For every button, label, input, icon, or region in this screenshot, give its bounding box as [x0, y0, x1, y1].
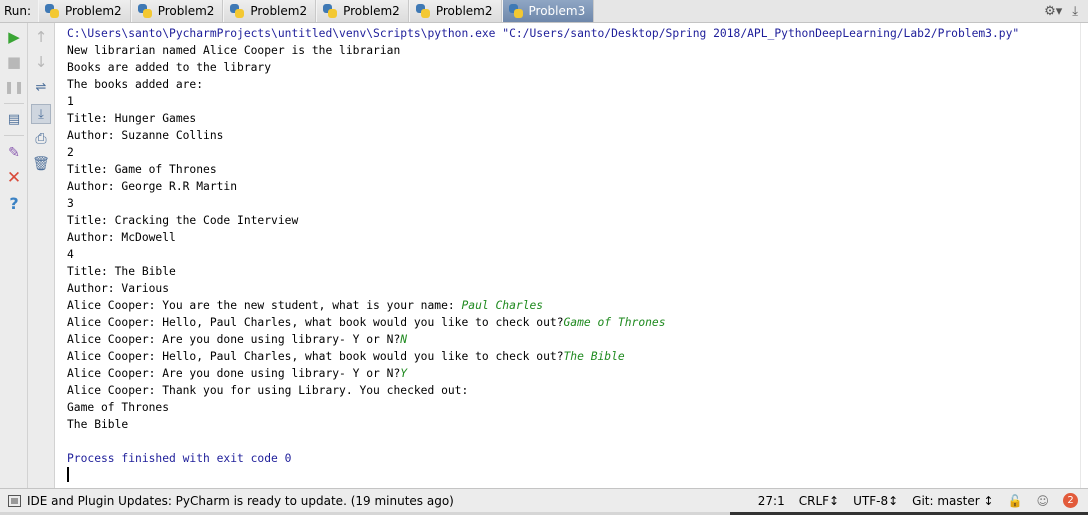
output-line: Title: The Bible — [67, 265, 176, 278]
output-line: Author: Suzanne Collins — [67, 129, 224, 142]
status-message[interactable]: IDE and Plugin Updates: PyCharm is ready… — [27, 494, 454, 508]
dialog-line: Alice Cooper: You are the new student, w… — [67, 297, 1080, 314]
git-branch[interactable]: Git: master ↕ — [912, 494, 993, 508]
output-line: 2 — [67, 146, 74, 159]
user-input-text: Paul Charles — [461, 299, 544, 312]
prompt-text: Alice Cooper: Are you done using library… — [67, 367, 401, 380]
run-tab-0[interactable]: Problem2 — [38, 0, 131, 22]
print-icon[interactable]: ⎙ — [31, 129, 51, 149]
dialog-lines: Alice Cooper: You are the new student, w… — [67, 297, 1080, 382]
prompt-text: Alice Cooper: Are you done using library… — [67, 333, 401, 346]
prompt-text: Alice Cooper: You are the new student, w… — [67, 299, 462, 312]
tab-label: Problem2 — [250, 4, 308, 18]
prompt-text: Alice Cooper: Hello, Paul Charles, what … — [67, 316, 564, 329]
output-line: 4 — [67, 248, 74, 261]
run-tool-window-header: Run: Problem2 Problem2 Problem2 Problem2… — [0, 0, 1088, 23]
dialog-line: Alice Cooper: Are you done using library… — [67, 331, 1080, 348]
output-lines: New librarian named Alice Cooper is the … — [67, 42, 1080, 297]
output-line: Books are added to the library — [67, 61, 272, 74]
inspector-icon[interactable]: ☺ — [1036, 494, 1049, 508]
user-input-text: N — [400, 333, 408, 346]
dialog-line: Alice Cooper: Hello, Paul Charles, what … — [67, 314, 1080, 331]
output-line: Author: McDowell — [67, 231, 176, 244]
run-tab-4[interactable]: Problem2 — [408, 0, 502, 22]
run-toolbar: ▶ ■ ❚❚ ▤ ✎ ✕ ? — [0, 23, 28, 488]
python-icon — [229, 3, 245, 19]
dialog-line: Alice Cooper: Hello, Paul Charles, what … — [67, 348, 1080, 365]
user-input-text: Game of Thrones — [563, 316, 666, 329]
run-tabs: Problem2 Problem2 Problem2 Problem2 Prob… — [38, 0, 595, 22]
pause-icon[interactable]: ❚❚ — [4, 77, 24, 97]
tab-label: Problem2 — [343, 4, 400, 18]
python-icon — [137, 3, 153, 19]
input-line[interactable] — [67, 467, 1080, 484]
tab-label: Problem2 — [65, 4, 122, 18]
process-exit-line: Process finished with exit code 0 — [67, 452, 292, 465]
output-line: The Bible — [67, 418, 129, 431]
tail-lines: Alice Cooper: Thank you for using Librar… — [67, 382, 1080, 450]
gear-icon[interactable]: ⚙▾ — [1044, 4, 1062, 19]
stop-icon[interactable]: ■ — [4, 52, 24, 72]
console-output[interactable]: C:\Users\santo\PycharmProjects\untitled\… — [56, 23, 1080, 488]
python-icon — [415, 3, 431, 19]
soft-wrap-icon[interactable]: ⇌ — [31, 77, 51, 97]
run-tab-3[interactable]: Problem2 — [316, 0, 409, 22]
prompt-text: Alice Cooper: Hello, Paul Charles, what … — [67, 350, 564, 363]
output-line: New librarian named Alice Cooper is the … — [67, 44, 401, 57]
python-icon — [322, 3, 338, 19]
dialog-line: Alice Cooper: Are you done using library… — [67, 365, 1080, 382]
console-scrollbar[interactable] — [1080, 23, 1088, 488]
output-line: Title: Hunger Games — [67, 112, 197, 125]
restore-layout-icon[interactable]: ▤ — [4, 109, 24, 129]
trash-icon[interactable]: 🗑 — [31, 154, 51, 174]
caret-position[interactable]: 27:1 — [758, 494, 785, 508]
line-separator[interactable]: CRLF↕ — [799, 494, 839, 508]
lock-icon[interactable]: 🔓 — [1008, 494, 1023, 508]
close-icon[interactable]: ✕ — [4, 168, 24, 188]
output-line: Author: Various — [67, 282, 170, 295]
status-bar: IDE and Plugin Updates: PyCharm is ready… — [0, 488, 1088, 512]
tab-label: Problem3 — [528, 4, 586, 18]
notifications-badge[interactable]: 2 — [1063, 493, 1078, 508]
user-input-text: Y — [400, 367, 408, 380]
file-encoding[interactable]: UTF-8↕ — [853, 494, 898, 508]
arrow-up-icon[interactable]: ↑ — [31, 27, 51, 47]
arrow-down-icon[interactable]: ↓ — [31, 52, 51, 72]
run-tab-1[interactable]: Problem2 — [130, 0, 224, 22]
window-controls: ⚙▾ ⤓ — [1044, 0, 1088, 22]
rerun-icon[interactable]: ▶ — [4, 27, 24, 47]
tab-label: Problem2 — [435, 4, 493, 18]
hide-icon[interactable]: ⤓ — [1072, 4, 1078, 19]
python-icon — [508, 3, 524, 19]
python-icon — [44, 3, 60, 19]
run-tab-2[interactable]: Problem2 — [223, 0, 317, 22]
output-line: Author: George R.R Martin — [67, 180, 238, 193]
pin-icon[interactable]: ✎ — [4, 143, 24, 163]
tool-window-toggle-icon[interactable] — [8, 494, 21, 507]
help-icon[interactable]: ? — [4, 194, 24, 214]
console-toolbar: ↑ ↓ ⇌ ⤓ ⎙ 🗑 — [28, 23, 55, 488]
command-line: C:\Users\santo\PycharmProjects\untitled\… — [67, 27, 1020, 40]
run-tab-5-active[interactable]: Problem3 — [501, 0, 595, 22]
run-label: Run: — [4, 4, 32, 18]
output-line: 3 — [67, 197, 74, 210]
tab-label: Problem2 — [157, 4, 215, 18]
scroll-to-end-icon[interactable]: ⤓ — [31, 104, 51, 124]
output-line: 1 — [67, 95, 74, 108]
output-line: Alice Cooper: Thank you for using Librar… — [67, 384, 469, 397]
text-caret — [67, 467, 69, 482]
output-line: The books added are: — [67, 78, 204, 91]
user-input-text: The Bible — [563, 350, 625, 363]
output-line: Title: Cracking the Code Interview — [67, 214, 299, 227]
output-line: Title: Game of Thrones — [67, 163, 217, 176]
output-line: Game of Thrones — [67, 401, 170, 414]
